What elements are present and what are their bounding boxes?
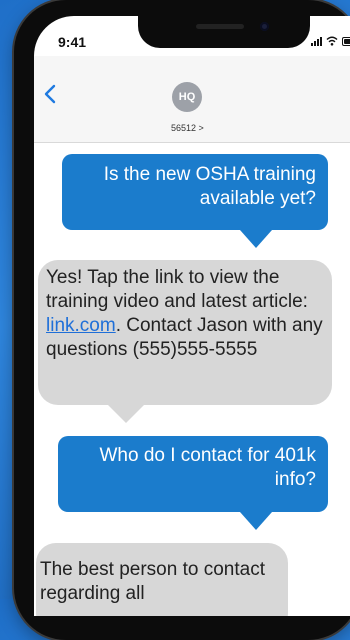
speaker-grille xyxy=(196,24,244,29)
wifi-icon xyxy=(326,36,338,46)
message-bubble-received: The best person to contact regarding all xyxy=(36,543,288,616)
message-text: Who do I contact for 401k info? xyxy=(99,445,316,490)
phone-notch xyxy=(138,16,310,48)
battery-icon xyxy=(342,36,350,46)
message-text-part: Yes! Tap the link to view the training v… xyxy=(46,267,308,312)
status-time: 9:41 xyxy=(58,34,87,50)
phone-screen: 9:41 HQ 56512 > Is the new OSHA training… xyxy=(34,16,350,616)
conversation-header: HQ 56512 > xyxy=(34,56,350,143)
chevron-left-icon xyxy=(44,84,56,104)
contact-number[interactable]: 56512 > xyxy=(171,123,204,133)
message-bubble-sent: Is the new OSHA training available yet? xyxy=(62,154,328,230)
contact-avatar[interactable]: HQ xyxy=(172,82,202,112)
message-link[interactable]: link.com xyxy=(46,315,116,336)
front-camera xyxy=(260,22,269,31)
message-text: Yes! Tap the link to view the training v… xyxy=(46,266,336,362)
message-text: Is the new OSHA training available yet? xyxy=(103,164,316,209)
message-bubble-received: Yes! Tap the link to view the training v… xyxy=(38,260,332,405)
bubble-tail xyxy=(240,230,272,248)
back-button[interactable] xyxy=(38,82,62,106)
bubble-tail xyxy=(108,405,144,423)
message-thread: Is the new OSHA training available yet? … xyxy=(34,142,350,616)
message-bubble-sent: Who do I contact for 401k info? xyxy=(58,436,328,512)
status-icons xyxy=(311,36,350,46)
bubble-tail xyxy=(240,512,272,530)
cellular-signal-icon xyxy=(311,36,322,46)
